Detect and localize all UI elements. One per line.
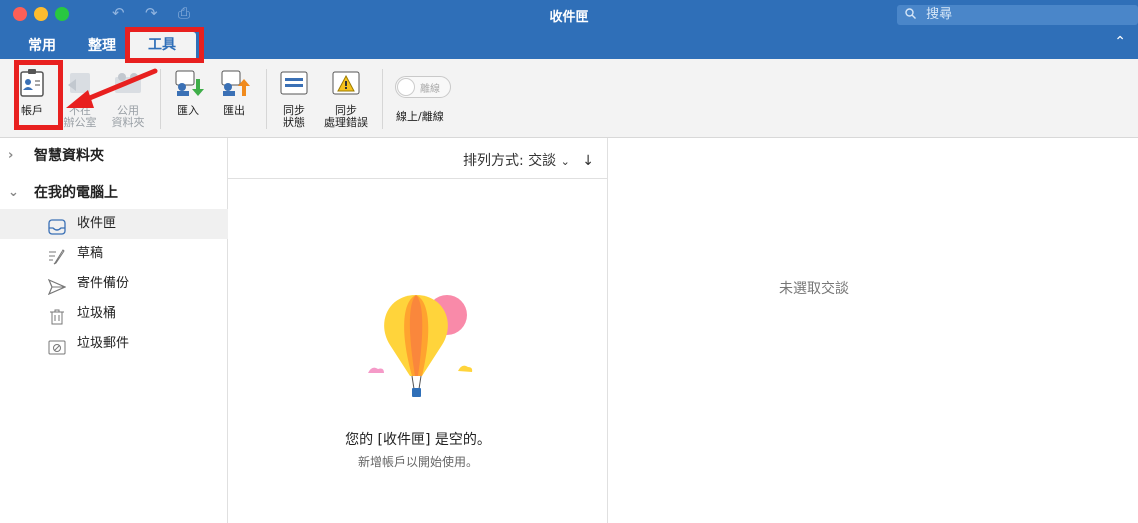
toggle-state-label: 離線 <box>420 84 440 95</box>
on-my-computer-group[interactable]: ⌄ 在我的電腦上 <box>0 178 228 208</box>
smart-folders-group[interactable]: › 智慧資料夾 <box>0 141 228 171</box>
folder-pane: › 智慧資料夾 ⌄ 在我的電腦上 收件匣 草稿 寄件備份 垃圾桶 垃圾郵件 <box>0 138 228 523</box>
tab-organize[interactable]: 整理 <box>88 35 116 55</box>
search-icon <box>905 7 920 22</box>
drafts-icon <box>48 246 66 265</box>
online-offline-label: 線上/離線 <box>396 110 444 123</box>
sync-errors-label: 同步 處理錯誤 <box>324 104 368 129</box>
sync-errors-button[interactable]: 同步 處理錯誤 <box>320 67 372 129</box>
export-label: 匯出 <box>223 104 245 117</box>
inbox-icon <box>48 216 66 235</box>
no-conversation-selected-text: 未選取交談 <box>779 281 849 297</box>
chevron-right-icon[interactable]: › <box>8 141 13 171</box>
empty-inbox-title: 您的 [收件匣] 是空的。 <box>345 432 491 448</box>
empty-inbox-subtitle: 新增帳戶以開始使用。 <box>357 455 478 469</box>
chevron-down-icon[interactable]: ⌄ <box>8 178 19 208</box>
sidebar-item-label: 草稿 <box>77 246 104 261</box>
smart-folders-label: 智慧資料夾 <box>34 148 104 164</box>
sync-status-label: 同步 狀態 <box>283 104 305 129</box>
import-icon <box>170 67 206 99</box>
ribbon-separator <box>160 69 161 129</box>
sort-bar: 排列方式: 交談 ⌄ ↓ <box>228 138 608 179</box>
sidebar-item-label: 垃圾郵件 <box>77 336 130 351</box>
sort-by-label: 排列方式: 交談 <box>462 153 557 169</box>
sort-direction-arrow-icon[interactable]: ↓ <box>582 153 594 169</box>
on-my-computer-label: 在我的電腦上 <box>34 185 118 201</box>
export-button[interactable]: 匯出 <box>214 67 254 117</box>
sidebar-item-label: 寄件備份 <box>77 276 130 291</box>
trash-icon <box>48 306 66 325</box>
toggle-knob <box>397 78 415 96</box>
sidebar-item-label: 收件匣 <box>77 216 117 231</box>
sidebar-item-trash[interactable]: 垃圾桶 <box>0 299 228 329</box>
junk-icon <box>48 336 66 355</box>
import-button[interactable]: 匯入 <box>168 67 208 117</box>
ribbon-separator <box>266 69 267 129</box>
online-offline-toggle[interactable]: 離線 <box>395 76 451 98</box>
message-list: 排列方式: 交談 ⌄ ↓ 您的 [收件匣] 是空的。 新增帳戶以開始使用。 <box>228 138 608 523</box>
export-icon <box>216 67 252 99</box>
sort-by-control[interactable]: 排列方式: 交談 ⌄ ↓ <box>463 150 594 170</box>
annotation-arrow-icon <box>66 68 158 108</box>
search-input[interactable]: 搜尋 <box>897 5 1138 25</box>
ribbon-separator <box>382 69 383 129</box>
sidebar-item-label: 垃圾桶 <box>77 306 117 321</box>
sidebar-item-sent[interactable]: 寄件備份 <box>0 269 228 299</box>
ribbon: 帳戶 不在 辦公室 公用 資料夾 匯入 匯出 同步 狀態 同步 處理錯誤 離線 … <box>0 59 1138 138</box>
tab-home[interactable]: 常用 <box>28 35 56 55</box>
collapse-ribbon-icon[interactable]: ⌃ <box>1114 34 1126 50</box>
sync-status-icon <box>276 67 312 99</box>
sync-errors-icon <box>328 67 364 99</box>
search-placeholder: 搜尋 <box>926 7 953 22</box>
reading-pane: 未選取交談 <box>608 138 1138 523</box>
sidebar-item-drafts[interactable]: 草稿 <box>0 239 228 269</box>
sync-status-button[interactable]: 同步 狀態 <box>274 67 314 129</box>
sidebar-item-junk[interactable]: 垃圾郵件 <box>0 329 228 359</box>
annotation-highlight-account-button <box>14 60 63 130</box>
hot-air-balloon-illustration <box>368 295 473 397</box>
import-label: 匯入 <box>177 104 199 117</box>
annotation-highlight-tools-tab <box>125 27 204 63</box>
title-bar: ↶ ↷ ⎙ 收件匣 搜尋 <box>0 0 1138 29</box>
chevron-down-icon: ⌄ <box>560 155 570 168</box>
sent-icon <box>47 276 67 296</box>
sidebar-item-inbox[interactable]: 收件匣 <box>0 209 228 239</box>
